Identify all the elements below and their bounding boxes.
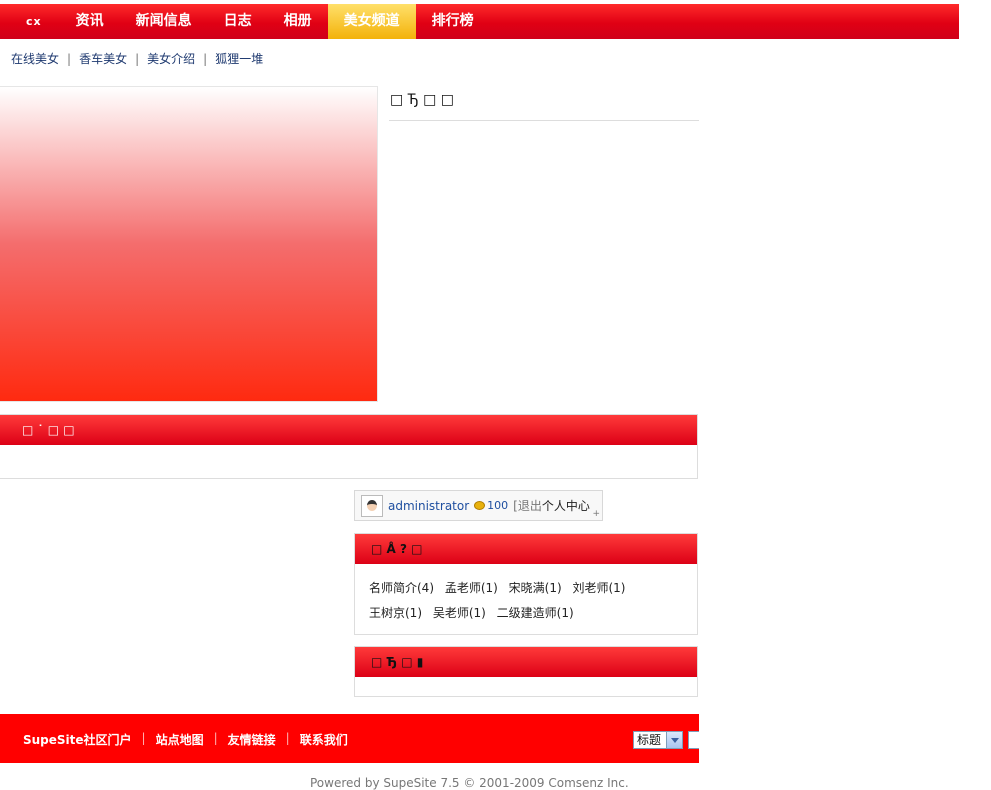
small-box-title: □ Ђ □ ▮ bbox=[355, 647, 697, 677]
tag-link[interactable]: 二级建造师(1) bbox=[497, 606, 574, 620]
avatar-face-icon bbox=[367, 499, 377, 511]
powered-by-text: Powered by SupeSite 7.5 © 2001-2009 Coms… bbox=[310, 776, 629, 790]
footer-link-contact[interactable]: 联系我们 bbox=[300, 731, 348, 748]
user-center-link[interactable]: 个人中心 bbox=[542, 497, 590, 514]
subnav-link-intro[interactable]: 美女介绍 bbox=[147, 52, 195, 66]
content-box: □ ˙ □ □ bbox=[0, 414, 698, 479]
username-link[interactable]: administrator bbox=[388, 499, 469, 513]
subnav-link-foxes[interactable]: 狐狸一堆 bbox=[215, 52, 263, 66]
separator: | bbox=[135, 52, 140, 66]
separator: | bbox=[285, 731, 290, 745]
footer-link-sitemap[interactable]: 站点地图 bbox=[156, 731, 204, 748]
search-type-select[interactable]: 标题 bbox=[633, 731, 683, 749]
separator: | bbox=[141, 731, 146, 745]
chevron-down-icon[interactable] bbox=[666, 732, 682, 748]
tag-link[interactable]: 宋晓满(1) bbox=[509, 581, 562, 595]
nav-item-album[interactable]: 相册 bbox=[268, 4, 328, 39]
avatar[interactable] bbox=[361, 494, 383, 517]
tag-link[interactable]: 王树京(1) bbox=[369, 606, 422, 620]
footer: SupeSite社区门户 | 站点地图 | 友情链接 | 联系我们 标题 bbox=[0, 714, 699, 763]
tag-link[interactable]: 吴老师(1) bbox=[433, 606, 486, 620]
content-box-title: □ ˙ □ □ bbox=[0, 415, 697, 445]
nav-item-news[interactable]: 资讯 bbox=[60, 4, 120, 39]
footer-link-friends[interactable]: 友情链接 bbox=[228, 731, 276, 748]
small-box: □ Ђ □ ▮ bbox=[354, 646, 698, 697]
logout-link[interactable]: [退出 bbox=[513, 497, 542, 514]
top-nav: cx 资讯 新闻信息 日志 相册 美女频道 排行榜 bbox=[0, 4, 959, 39]
subnav-link-online[interactable]: 在线美女 bbox=[11, 52, 59, 66]
footer-link-portal[interactable]: SupeSite社区门户 bbox=[23, 731, 132, 748]
coin-icon bbox=[474, 501, 486, 510]
site-logo[interactable]: cx bbox=[0, 4, 60, 39]
subnav-link-cars[interactable]: 香车美女 bbox=[79, 52, 127, 66]
footer-links: SupeSite社区门户 | 站点地图 | 友情链接 | 联系我们 bbox=[23, 731, 348, 748]
separator: | bbox=[203, 52, 208, 66]
tag-box: □ Å ? □ 名师简介(4) 孟老师(1) 宋晓满(1) 刘老师(1) 王树京… bbox=[354, 533, 698, 635]
hero-title: □ Ђ □ □ bbox=[390, 92, 455, 108]
separator: | bbox=[67, 52, 72, 66]
nav-item-beauty-channel[interactable]: 美女频道 bbox=[327, 4, 416, 39]
nav-item-ranking[interactable]: 排行榜 bbox=[416, 4, 490, 39]
separator: | bbox=[213, 731, 218, 745]
tag-link[interactable]: 名师简介(4) bbox=[369, 581, 434, 595]
tag-list: 名师简介(4) 孟老师(1) 宋晓满(1) 刘老师(1) 王树京(1) 吴老师(… bbox=[355, 564, 697, 626]
nav-item-blog[interactable]: 日志 bbox=[208, 4, 268, 39]
nav-item-news-info[interactable]: 新闻信息 bbox=[120, 4, 208, 39]
divider bbox=[389, 120, 699, 121]
search-input[interactable] bbox=[688, 731, 699, 749]
sub-nav: 在线美女 | 香车美女 | 美女介绍 | 狐狸一堆 bbox=[11, 50, 263, 66]
search-type-value: 标题 bbox=[637, 733, 662, 747]
tag-link[interactable]: 孟老师(1) bbox=[445, 581, 498, 595]
expand-plus-icon[interactable]: + bbox=[592, 509, 600, 519]
tag-box-title: □ Å ? □ bbox=[355, 534, 697, 564]
user-panel: administrator 100 [退出 个人中心 + bbox=[354, 490, 603, 521]
hero-slideshow[interactable] bbox=[0, 86, 378, 402]
tag-link[interactable]: 刘老师(1) bbox=[572, 581, 625, 595]
credits-value: 100 bbox=[487, 499, 509, 512]
